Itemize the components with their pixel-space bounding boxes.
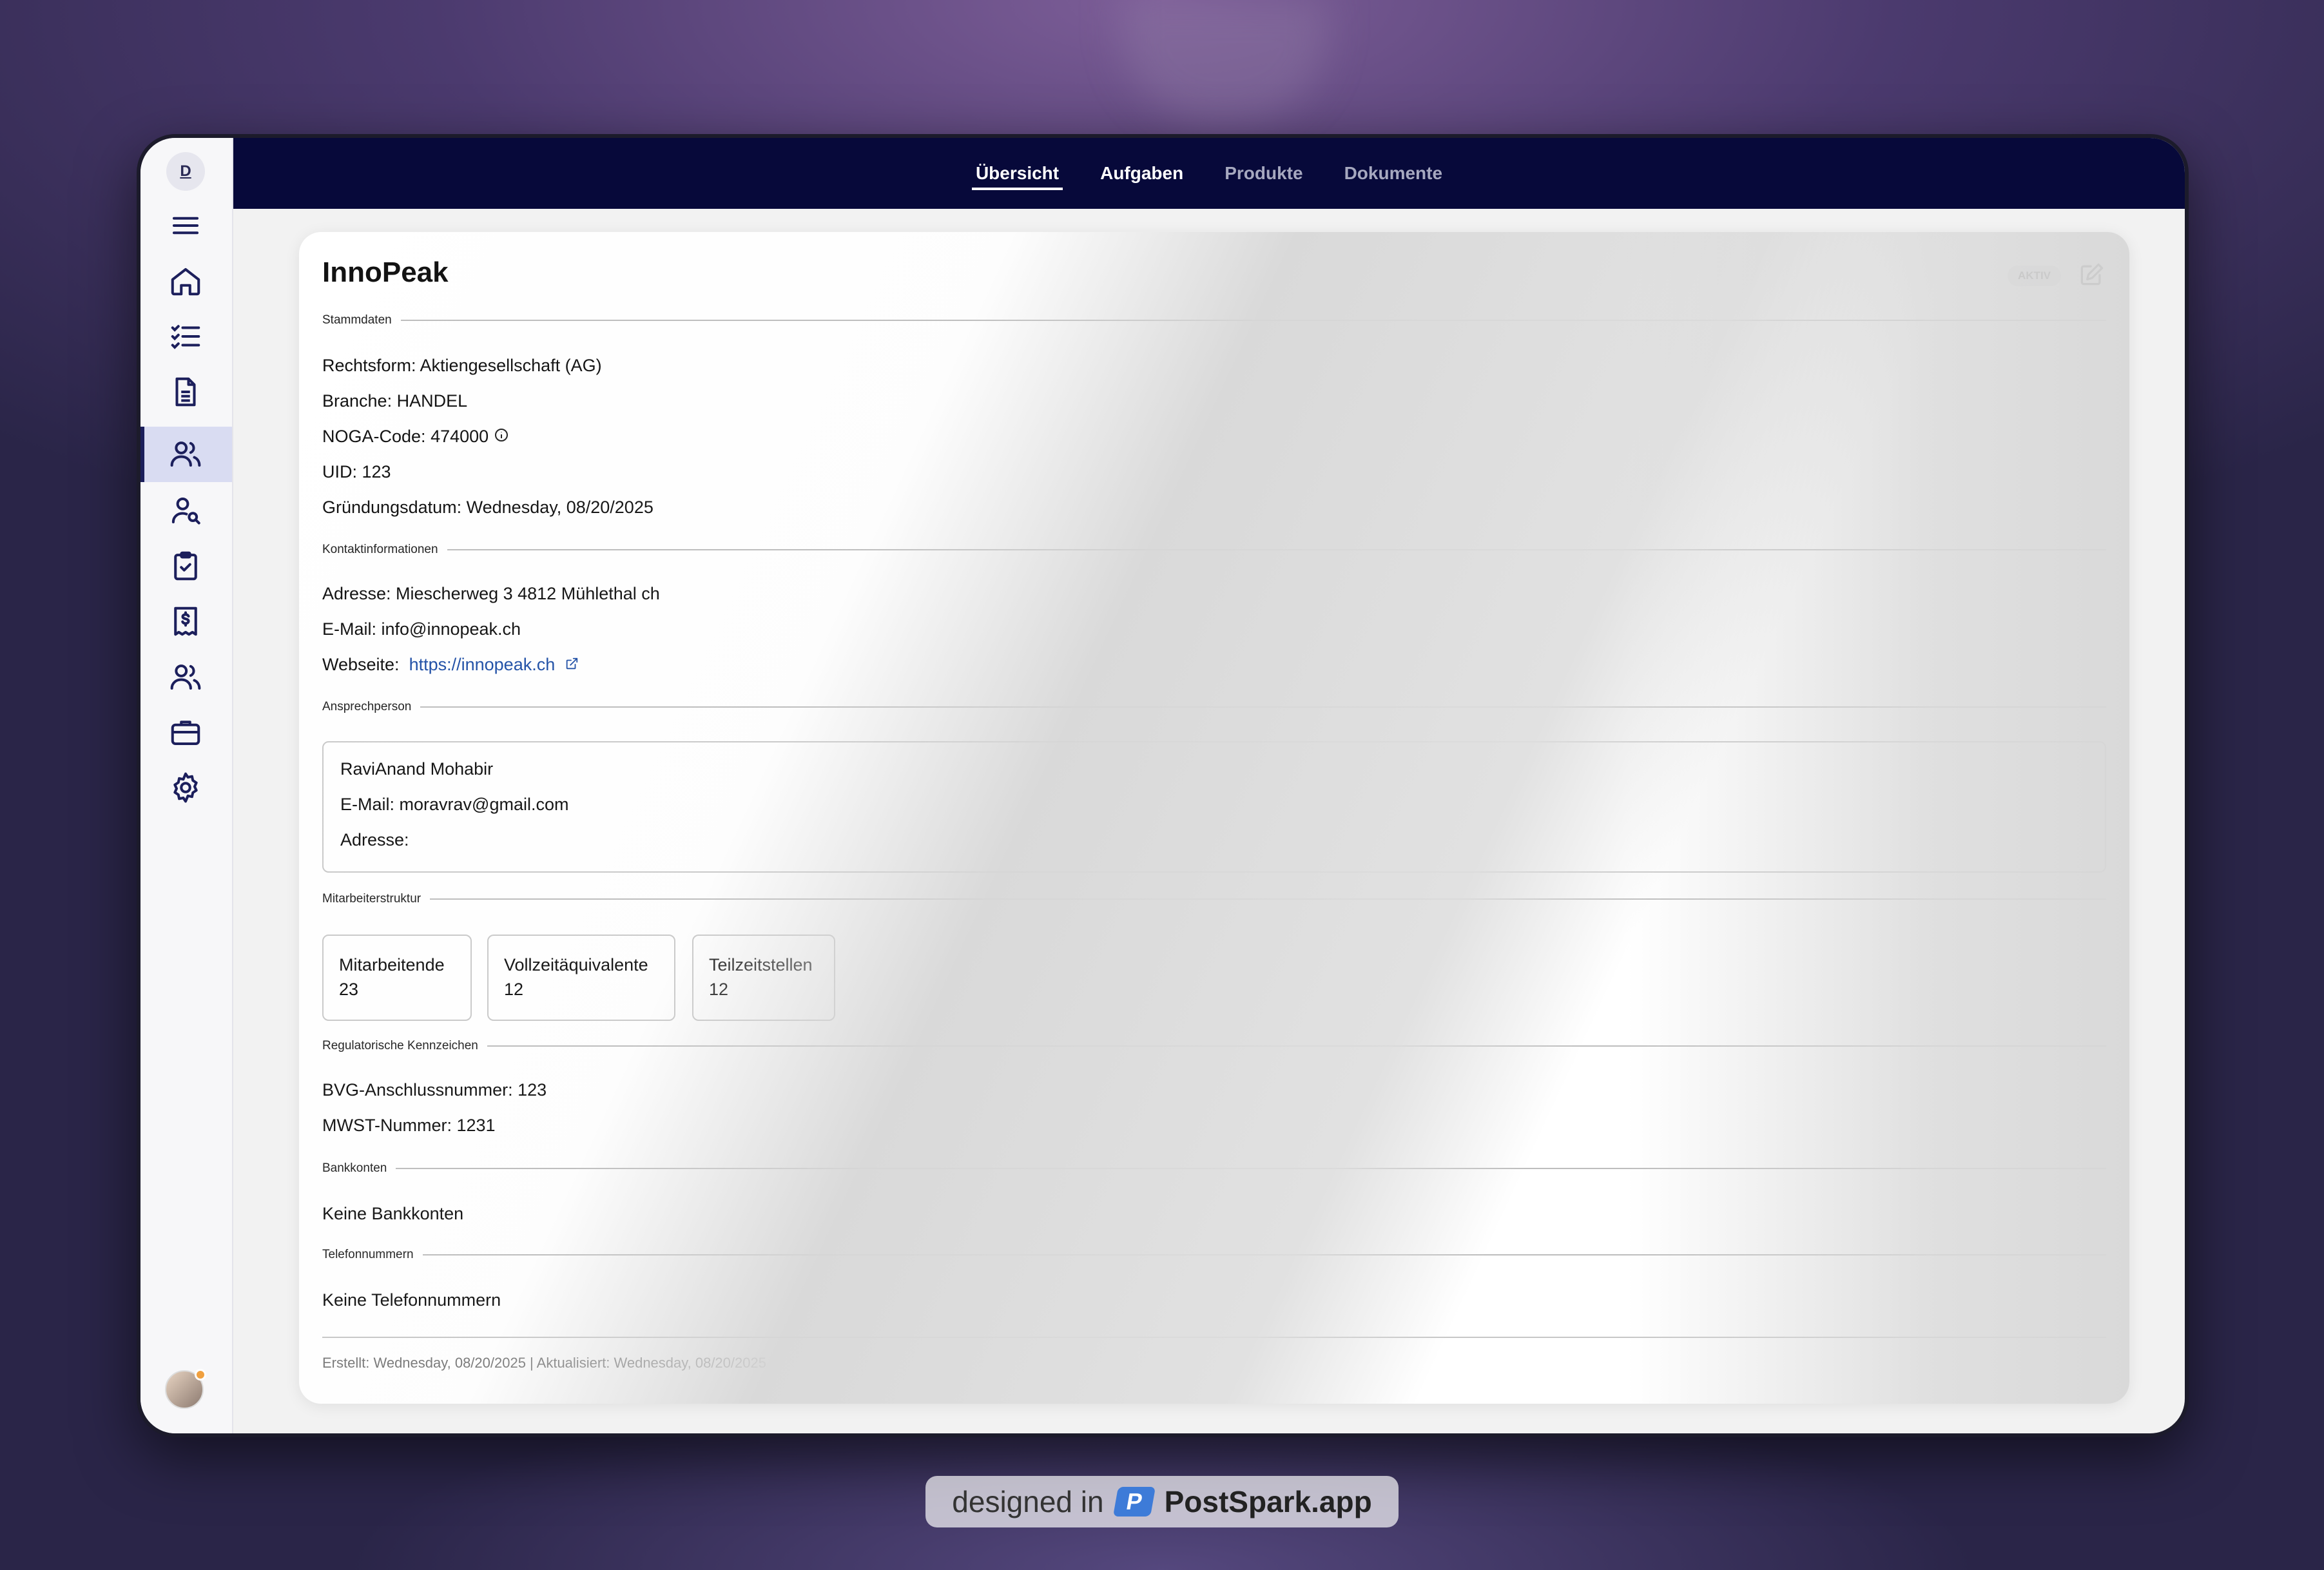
clipboard-check-icon[interactable] bbox=[165, 545, 206, 586]
website-field: Webseite: https://innopeak.ch bbox=[322, 655, 579, 675]
stat-teilzeitstellen: Teilzeitstellen 12 bbox=[692, 935, 835, 1021]
users-icon[interactable] bbox=[165, 433, 206, 474]
status-badge: AKTIV bbox=[2008, 266, 2061, 286]
settings-icon[interactable] bbox=[165, 767, 206, 808]
uid-field: UID: 123 bbox=[322, 462, 391, 481]
user-search-icon[interactable] bbox=[165, 490, 206, 531]
checklist-icon[interactable] bbox=[165, 316, 206, 357]
email-field: E-Mail: info@innopeak.ch bbox=[322, 619, 521, 639]
tab-uebersicht[interactable]: Übersicht bbox=[971, 157, 1063, 190]
footer-divider bbox=[322, 1337, 2106, 1338]
invoice-icon[interactable] bbox=[165, 601, 206, 642]
section-ansprechperson: Ansprechperson bbox=[322, 700, 2106, 714]
stat-label: Mitarbeitende bbox=[339, 955, 445, 974]
sidebar: D bbox=[140, 138, 233, 1433]
tab-aufgaben[interactable]: Aufgaben bbox=[1096, 157, 1187, 190]
noga-value: 474000 bbox=[431, 427, 489, 446]
contact-person-email: E-Mail: moravrav@gmail.com bbox=[340, 795, 569, 814]
stat-value: 23 bbox=[339, 980, 359, 999]
menu-icon[interactable] bbox=[165, 205, 206, 246]
section-title: Bankkonten bbox=[322, 1161, 387, 1175]
noga-label: NOGA-Code: bbox=[322, 427, 426, 446]
section-stammdaten: Stammdaten bbox=[322, 313, 2106, 327]
app-logo[interactable]: D bbox=[166, 152, 205, 191]
device-frame: D Übersicht Aufgaben Produkte Dokumente … bbox=[137, 134, 2189, 1437]
postspark-logo-icon: P bbox=[1112, 1487, 1156, 1517]
website-link[interactable]: https://innopeak.ch bbox=[409, 655, 556, 674]
section-bankkonten: Bankkonten bbox=[322, 1161, 2106, 1176]
tab-produkte[interactable]: Produkte bbox=[1221, 157, 1306, 190]
bankkonten-empty: Keine Bankkonten bbox=[322, 1204, 464, 1223]
home-icon[interactable] bbox=[165, 260, 206, 302]
section-title: Telefonnummern bbox=[322, 1248, 414, 1261]
document-icon[interactable] bbox=[165, 371, 206, 412]
stat-value: 12 bbox=[504, 980, 524, 999]
edit-icon[interactable] bbox=[2078, 260, 2106, 289]
stat-value: 12 bbox=[709, 980, 729, 999]
footer-timestamps: Erstellt: Wednesday, 08/20/2025 | Aktual… bbox=[322, 1355, 766, 1371]
mwst-field: MWST-Nummer: 1231 bbox=[322, 1116, 496, 1135]
bvg-field: BVG-Anschlussnummer: 123 bbox=[322, 1080, 547, 1100]
branche-field: Branche: HANDEL bbox=[322, 391, 468, 411]
section-title: Stammdaten bbox=[322, 313, 392, 327]
contact-person-box: RaviAnand Mohabir E-Mail: moravrav@gmail… bbox=[322, 741, 2106, 873]
postspark-watermark: designed in P PostSpark.app bbox=[925, 1476, 1399, 1527]
adresse-field: Adresse: Miescherweg 3 4812 Mühlethal ch bbox=[322, 584, 660, 603]
background-blob bbox=[1121, 0, 1328, 122]
stat-mitarbeitende: Mitarbeitende 23 bbox=[322, 935, 472, 1021]
stat-label: Teilzeitstellen bbox=[709, 955, 813, 974]
external-link-icon[interactable] bbox=[565, 655, 579, 675]
section-mitarbeiterstruktur: Mitarbeiterstruktur bbox=[322, 892, 2106, 906]
briefcase-icon[interactable] bbox=[165, 712, 206, 753]
rechtsform-field: Rechtsform: Aktiengesellschaft (AG) bbox=[322, 356, 602, 375]
team-icon[interactable] bbox=[165, 656, 206, 697]
gruendungsdatum-field: Gründungsdatum: Wednesday, 08/20/2025 bbox=[322, 498, 654, 517]
stat-label: Vollzeitäquivalente bbox=[504, 955, 648, 974]
section-regulatorisch: Regulatorische Kennzeichen bbox=[322, 1039, 2106, 1053]
contact-person-name: RaviAnand Mohabir bbox=[340, 759, 494, 779]
section-title: Mitarbeiterstruktur bbox=[322, 892, 421, 906]
company-detail-card: InnoPeak AKTIV Stammdaten Rechtsform: Ak… bbox=[299, 232, 2129, 1404]
section-kontaktinformationen: Kontaktinformationen bbox=[322, 543, 2106, 557]
website-label: Webseite: bbox=[322, 655, 400, 674]
section-title: Regulatorische Kennzeichen bbox=[322, 1039, 478, 1052]
avatar-status-dot bbox=[195, 1369, 206, 1381]
section-title: Kontaktinformationen bbox=[322, 543, 438, 556]
info-icon[interactable] bbox=[494, 427, 509, 447]
contact-person-address: Adresse: bbox=[340, 830, 409, 849]
stat-vollzeitaequivalente: Vollzeitäquivalente 12 bbox=[487, 935, 675, 1021]
tab-dokumente[interactable]: Dokumente bbox=[1341, 157, 1446, 190]
section-title: Ansprechperson bbox=[322, 700, 412, 713]
company-name: InnoPeak bbox=[322, 257, 449, 288]
section-telefonnummern: Telefonnummern bbox=[322, 1248, 2106, 1262]
top-navigation: Übersicht Aufgaben Produkte Dokumente bbox=[233, 138, 2185, 209]
card-content: InnoPeak AKTIV Stammdaten Rechtsform: Ak… bbox=[322, 232, 2106, 1404]
watermark-prefix: designed in bbox=[952, 1485, 1104, 1518]
watermark-brand: PostSpark.app bbox=[1164, 1485, 1372, 1518]
telefon-empty: Keine Telefonnummern bbox=[322, 1290, 501, 1310]
noga-field: NOGA-Code: 474000 bbox=[322, 427, 509, 447]
